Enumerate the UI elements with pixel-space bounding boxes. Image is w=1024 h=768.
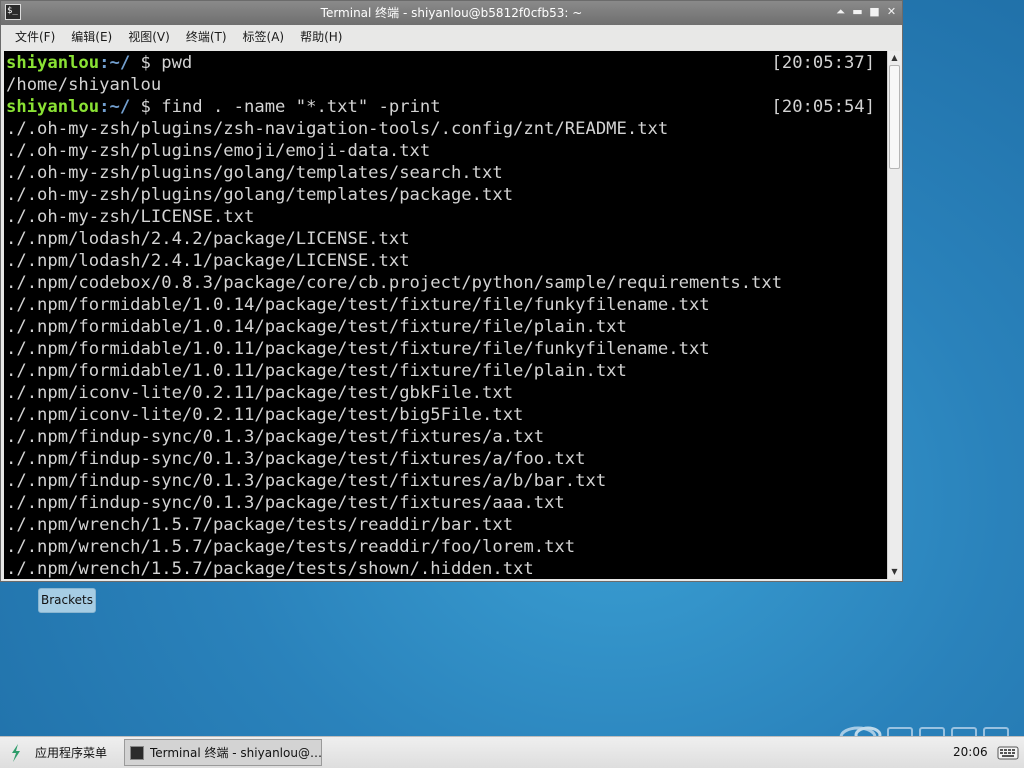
command-text: find . -name "*.txt" -print: [161, 97, 441, 117]
prompt-line: shiyanlou:~/ $ pwd: [6, 52, 192, 74]
output-line: ./.npm/formidable/1.0.14/package/test/fi…: [6, 317, 627, 337]
scroll-down-arrow[interactable]: ▼: [888, 565, 901, 579]
minimize-button[interactable]: ▬: [850, 4, 865, 19]
output-line: ./.npm/formidable/1.0.11/package/test/fi…: [6, 339, 710, 359]
output-line: ./.oh-my-zsh/plugins/emoji/emoji-data.tx…: [6, 141, 431, 161]
output-line: ./.npm/findup-sync/0.1.3/package/test/fi…: [6, 427, 545, 447]
prompt-path: :~/: [99, 97, 131, 117]
output-line: ./.npm/iconv-lite/0.2.11/package/test/gb…: [6, 383, 514, 403]
output-line: ./.npm/wrench/1.5.7/package/tests/shown/…: [6, 559, 534, 579]
taskbar-item-terminal[interactable]: Terminal 终端 - shiyanlou@…: [124, 739, 322, 766]
output-line: ./.npm/iconv-lite/0.2.11/package/test/bi…: [6, 405, 524, 425]
output-line: ./.oh-my-zsh/plugins/golang/templates/pa…: [6, 185, 514, 205]
window-controls: ⏶ ▬ ■ ✕: [833, 4, 899, 19]
output-line: ./.npm/wrench/1.5.7/package/tests/readdi…: [6, 515, 514, 535]
menu-tabs[interactable]: 标签(A): [235, 25, 293, 49]
output-line: ./.oh-my-zsh/plugins/zsh-navigation-tool…: [6, 119, 669, 139]
prompt-user: shiyanlou: [6, 53, 100, 73]
taskbar: 应用程序菜单 Terminal 终端 - shiyanlou@… 20:06: [0, 736, 1024, 768]
menu-terminal[interactable]: 终端(T): [178, 25, 235, 49]
scrollbar[interactable]: ▲ ▼: [887, 51, 901, 579]
output-line: /home/shiyanlou: [6, 75, 162, 95]
command-timestamp: [20:05:37]: [771, 53, 875, 73]
output-line: ./.oh-my-zsh/plugins/golang/templates/se…: [6, 163, 503, 183]
menu-help[interactable]: 帮助(H): [292, 25, 350, 49]
taskbar-item-label: Terminal 终端 - shiyanlou@…: [149, 746, 321, 760]
prompt-symbol: $: [130, 53, 162, 73]
menu-view[interactable]: 视图(V): [120, 25, 178, 49]
scroll-up-arrow[interactable]: ▲: [888, 51, 901, 65]
shade-button[interactable]: ⏶: [833, 4, 848, 19]
output-line: ./.npm/lodash/2.4.2/package/LICENSE.txt: [6, 229, 410, 249]
command-timestamp: [20:05:54]: [771, 97, 875, 117]
output-line: ./.npm/formidable/1.0.11/package/test/fi…: [6, 361, 627, 381]
terminal-output[interactable]: shiyanlou:~/ $ pwd [20:05:37] /home/shiy…: [4, 51, 887, 579]
prompt-symbol: $: [130, 97, 162, 117]
output-line: ./.npm/findup-sync/0.1.3/package/test/fi…: [6, 493, 565, 513]
prompt-user: shiyanlou: [6, 97, 100, 117]
menu-file[interactable]: 文件(F): [7, 25, 63, 49]
scroll-thumb[interactable]: [889, 65, 900, 169]
terminal-icon: [130, 745, 144, 760]
menu-edit[interactable]: 编辑(E): [63, 25, 120, 49]
menu-bar: 文件(F) 编辑(E) 视图(V) 终端(T) 标签(A) 帮助(H): [1, 25, 902, 49]
close-button[interactable]: ✕: [884, 4, 899, 19]
maximize-button[interactable]: ■: [867, 4, 882, 19]
desktop-icon-brackets[interactable]: Brackets: [38, 588, 96, 613]
command-text: pwd: [161, 53, 193, 73]
output-line: ./.npm/findup-sync/0.1.3/package/test/fi…: [6, 449, 586, 469]
output-line: ./.npm/codebox/0.8.3/package/core/cb.pro…: [6, 273, 783, 293]
prompt-line: shiyanlou:~/ $ find . -name "*.txt" -pri…: [6, 96, 441, 118]
app-menu-icon: [12, 743, 20, 762]
output-line: ./.npm/wrench/1.5.7/package/tests/readdi…: [6, 537, 576, 557]
window-titlebar[interactable]: $_ Terminal 终端 - shiyanlou@b5812f0cfb53:…: [1, 1, 902, 25]
output-line: ./.npm/lodash/2.4.1/package/LICENSE.txt: [6, 251, 410, 271]
app-menu-label: 应用程序菜单: [35, 746, 108, 760]
terminal-window: $_ Terminal 终端 - shiyanlou@b5812f0cfb53:…: [0, 0, 903, 582]
output-line: ./.npm/formidable/1.0.14/package/test/fi…: [6, 295, 710, 315]
keyboard-icon[interactable]: [997, 742, 1019, 762]
prompt-path: :~/: [99, 53, 131, 73]
window-title: Terminal 终端 - shiyanlou@b5812f0cfb53: ~: [320, 6, 583, 20]
applications-menu-button[interactable]: 应用程序菜单: [0, 737, 120, 768]
output-line: ./.oh-my-zsh/LICENSE.txt: [6, 207, 255, 227]
output-line: ./.npm/findup-sync/0.1.3/package/test/fi…: [6, 471, 607, 491]
clock[interactable]: 20:06: [953, 745, 988, 759]
